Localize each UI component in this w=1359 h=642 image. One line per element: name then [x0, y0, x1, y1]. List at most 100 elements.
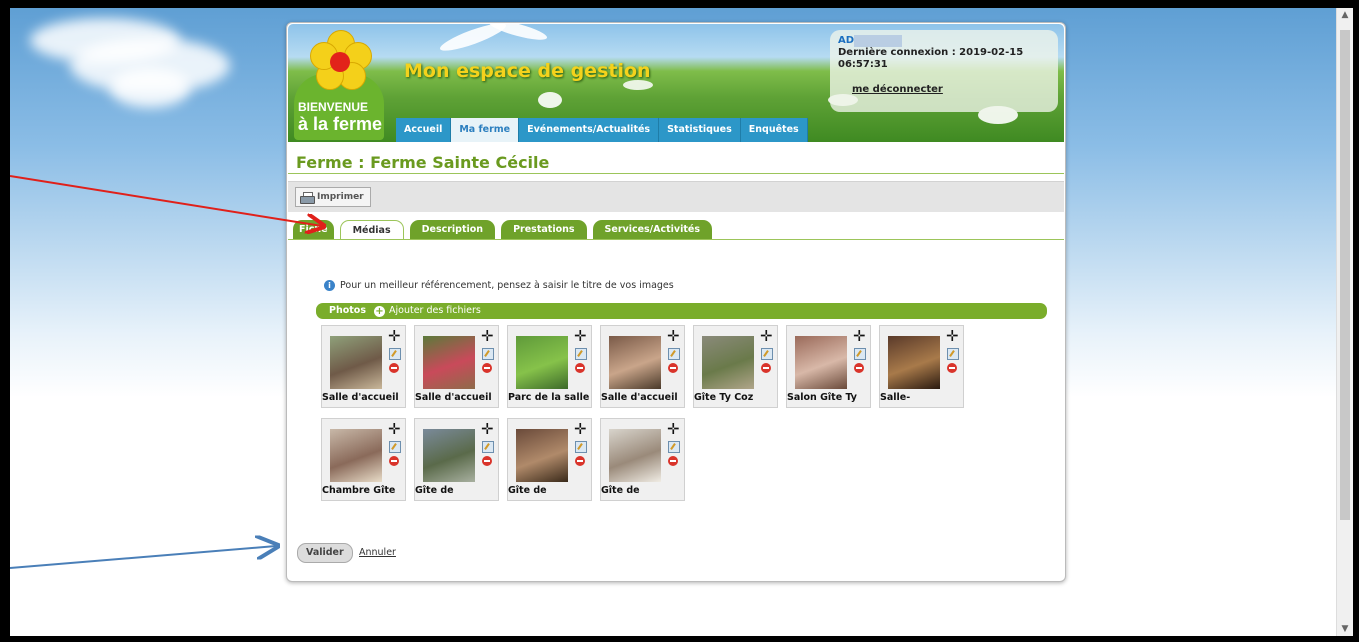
nav-tab-evenements[interactable]: Evénements/Actualités	[519, 118, 660, 142]
page-title: Ferme : Ferme Sainte Cécile	[296, 153, 550, 172]
photos-section-header: Photos + Ajouter des fichiers	[316, 303, 1047, 319]
bienvenue-logo[interactable]: BIENVENUE à la ferme	[294, 28, 386, 140]
print-button[interactable]: Imprimer	[295, 187, 371, 207]
logo-text-line2: à la ferme	[298, 114, 383, 134]
delete-icon[interactable]	[947, 363, 957, 373]
redacted-username	[854, 35, 902, 47]
subtab-fiche[interactable]: Fiche	[293, 220, 334, 239]
add-circle-icon: +	[374, 305, 385, 317]
move-icon[interactable]: ✛	[853, 329, 866, 344]
delete-icon[interactable]	[482, 363, 492, 373]
last-login-text: Dernière connexion : 2019-02-15 06:57:31	[838, 47, 1024, 70]
nav-tab-statistiques[interactable]: Statistiques	[659, 118, 741, 142]
edit-icon[interactable]	[482, 441, 494, 453]
photo-thumbnail[interactable]	[609, 336, 661, 389]
edit-icon[interactable]	[575, 441, 587, 453]
delete-icon[interactable]	[389, 363, 399, 373]
delete-icon[interactable]	[389, 456, 399, 466]
add-files-link[interactable]: + Ajouter des fichiers	[374, 303, 481, 319]
photo-thumbnail[interactable]	[609, 429, 661, 482]
photo-thumbnail[interactable]	[702, 336, 754, 389]
edit-icon[interactable]	[668, 441, 680, 453]
subtab-description[interactable]: Description	[409, 220, 496, 239]
photo-caption: Chambre Gîte	[322, 485, 396, 496]
photo-card[interactable]: ✛ Salon Gîte Ty	[786, 325, 871, 408]
subtab-prestations[interactable]: Prestations	[501, 220, 587, 239]
management-panel: BIENVENUE à la ferme Mon espace de gesti…	[286, 22, 1066, 582]
vertical-scrollbar[interactable]: ▲ ▼	[1336, 8, 1353, 636]
scroll-thumb[interactable]	[1340, 30, 1350, 520]
move-icon[interactable]: ✛	[574, 422, 587, 437]
photo-caption: Gîte Ty Coz	[694, 392, 754, 403]
edit-icon[interactable]	[389, 441, 401, 453]
subtab-services-activites[interactable]: Services/Activités	[592, 220, 713, 239]
photo-card[interactable]: ✛ Salle d'accueil	[600, 325, 685, 408]
move-icon[interactable]: ✛	[388, 422, 401, 437]
delete-icon[interactable]	[575, 363, 585, 373]
nav-tab-ma-ferme[interactable]: Ma ferme	[451, 118, 520, 142]
photo-thumbnail[interactable]	[330, 429, 382, 482]
browser-viewport: ▲ ▼ BIENVENUE à la ferme Mon espace de g…	[10, 8, 1353, 636]
edit-icon[interactable]	[761, 348, 773, 360]
scroll-up-icon[interactable]: ▲	[1337, 8, 1353, 22]
add-files-label: Ajouter des fichiers	[389, 305, 481, 316]
delete-icon[interactable]	[761, 363, 771, 373]
move-icon[interactable]: ✛	[667, 329, 680, 344]
edit-icon[interactable]	[389, 348, 401, 360]
photo-thumbnail[interactable]	[516, 336, 568, 389]
flower-icon	[310, 30, 372, 90]
photo-card[interactable]: ✛ Chambre Gîte	[321, 418, 406, 501]
subtab-medias[interactable]: Médias	[339, 220, 404, 240]
delete-icon[interactable]	[482, 456, 492, 466]
edit-icon[interactable]	[947, 348, 959, 360]
photo-caption: Salle-	[880, 392, 911, 403]
seo-tip: i Pour un meilleur référencement, pensez…	[324, 280, 674, 291]
nav-tab-accueil[interactable]: Accueil	[396, 118, 452, 142]
toolbar: Imprimer	[288, 181, 1064, 212]
photo-thumbnail[interactable]	[423, 336, 475, 389]
header-banner: BIENVENUE à la ferme Mon espace de gesti…	[288, 24, 1064, 142]
move-icon[interactable]: ✛	[667, 422, 680, 437]
photo-card[interactable]: ✛ Salle d'accueil	[321, 325, 406, 408]
photo-thumbnail[interactable]	[795, 336, 847, 389]
move-icon[interactable]: ✛	[481, 422, 494, 437]
photo-card[interactable]: ✛ Gîte de	[414, 418, 499, 501]
photo-card[interactable]: ✛ Gîte de	[507, 418, 592, 501]
scroll-down-icon[interactable]: ▼	[1337, 622, 1353, 636]
user-name: AD	[838, 35, 855, 46]
edit-icon[interactable]	[482, 348, 494, 360]
photo-card[interactable]: ✛ Parc de la salle	[507, 325, 592, 408]
info-icon: i	[324, 280, 335, 291]
move-icon[interactable]: ✛	[946, 329, 959, 344]
photo-thumbnail[interactable]	[888, 336, 940, 389]
photo-card[interactable]: ✛ Salle d'accueil	[414, 325, 499, 408]
edit-icon[interactable]	[668, 348, 680, 360]
photo-card[interactable]: ✛ Gîte Ty Coz	[693, 325, 778, 408]
photo-caption: Salle d'accueil	[415, 392, 492, 403]
move-icon[interactable]: ✛	[760, 329, 773, 344]
edit-icon[interactable]	[575, 348, 587, 360]
divider	[288, 173, 1064, 174]
delete-icon[interactable]	[668, 363, 678, 373]
move-icon[interactable]: ✛	[388, 329, 401, 344]
logout-link[interactable]: me déconnecter	[852, 84, 943, 95]
cancel-link[interactable]: Annuler	[359, 547, 396, 558]
move-icon[interactable]: ✛	[481, 329, 494, 344]
delete-icon[interactable]	[668, 456, 678, 466]
delete-icon[interactable]	[854, 363, 864, 373]
move-icon[interactable]: ✛	[574, 329, 587, 344]
print-button-label: Imprimer	[317, 192, 364, 202]
annotation-arrow-blue	[10, 546, 276, 569]
photo-thumbnail[interactable]	[423, 429, 475, 482]
seo-tip-text: Pour un meilleur référencement, pensez à…	[340, 280, 674, 291]
validate-button[interactable]: Valider	[297, 543, 353, 563]
photo-card[interactable]: ✛ Gîte de	[600, 418, 685, 501]
printer-icon	[300, 191, 315, 204]
photo-thumbnail[interactable]	[330, 336, 382, 389]
photo-thumbnail[interactable]	[516, 429, 568, 482]
photo-card[interactable]: ✛ Salle-	[879, 325, 964, 408]
delete-icon[interactable]	[575, 456, 585, 466]
nav-tab-enquetes[interactable]: Enquêtes	[740, 118, 808, 142]
photo-caption: Gîte de	[415, 485, 454, 496]
edit-icon[interactable]	[854, 348, 866, 360]
